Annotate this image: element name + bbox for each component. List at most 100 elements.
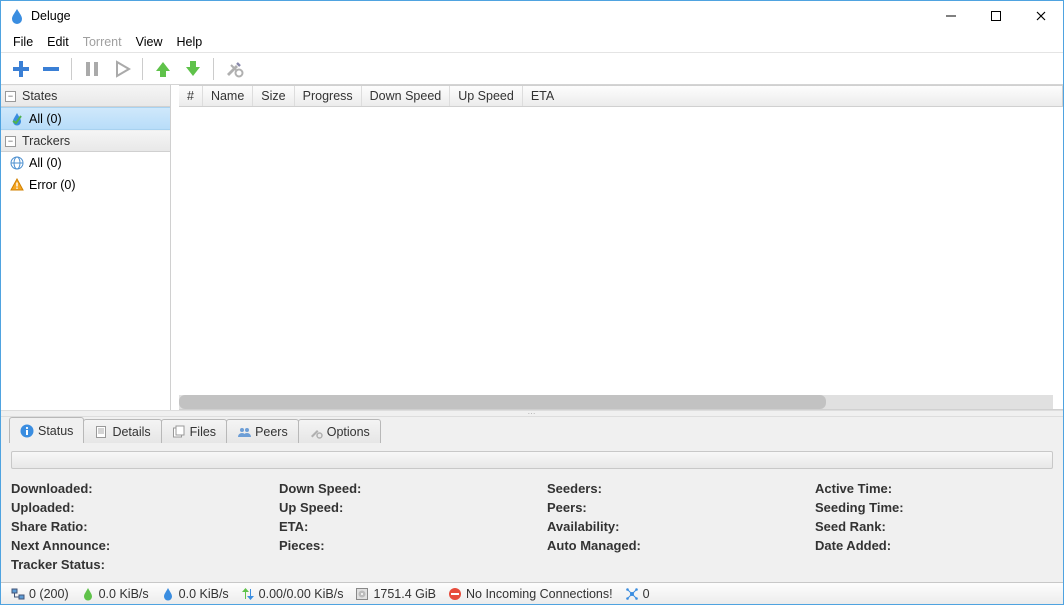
col-name[interactable]: Name bbox=[203, 86, 253, 106]
preferences-button[interactable] bbox=[220, 56, 248, 82]
tab-peers[interactable]: Peers bbox=[226, 419, 299, 443]
label-tracker-status: Tracker Status: bbox=[11, 557, 249, 572]
sidebar-item-trackers-error[interactable]: Error (0) bbox=[1, 174, 170, 196]
pause-button[interactable] bbox=[78, 56, 106, 82]
label-auto-managed: Auto Managed: bbox=[547, 538, 785, 553]
maximize-button[interactable] bbox=[973, 1, 1018, 31]
network-icon bbox=[11, 587, 25, 601]
main-pane: # Name Size Progress Down Speed Up Speed… bbox=[171, 85, 1063, 410]
sb-down-rate[interactable]: 0.0 KiB/s bbox=[77, 587, 153, 601]
toolbar bbox=[1, 53, 1063, 85]
traffic-icon bbox=[241, 587, 255, 601]
sidebar-item-label: All (0) bbox=[29, 156, 62, 170]
label-availability: Availability: bbox=[547, 519, 785, 534]
sidebar: − States All (0) − Trackers All (0) Erro… bbox=[1, 85, 171, 410]
sb-up-rate[interactable]: 0.0 KiB/s bbox=[157, 587, 233, 601]
col-up-speed[interactable]: Up Speed bbox=[450, 86, 523, 106]
files-icon bbox=[172, 425, 186, 439]
menu-help[interactable]: Help bbox=[170, 33, 208, 51]
label-down-speed: Down Speed: bbox=[279, 481, 517, 496]
sidebar-item-label: Error (0) bbox=[29, 178, 76, 192]
tools-icon bbox=[309, 425, 323, 439]
torrent-list[interactable] bbox=[179, 107, 1063, 410]
label-downloaded: Downloaded: bbox=[11, 481, 249, 496]
toolbar-separator bbox=[213, 58, 214, 80]
sidebar-item-trackers-all[interactable]: All (0) bbox=[1, 152, 170, 174]
menubar: File Edit Torrent View Help bbox=[1, 31, 1063, 53]
app-icon bbox=[9, 8, 25, 24]
window-controls bbox=[928, 1, 1063, 31]
tab-label: Peers bbox=[255, 425, 288, 439]
label-up-speed: Up Speed: bbox=[279, 500, 517, 515]
pane-splitter[interactable]: ⋯ bbox=[1, 410, 1063, 417]
sb-dht[interactable]: 0 bbox=[621, 587, 654, 601]
label-seeding-time: Seeding Time: bbox=[815, 500, 1053, 515]
globe-icon bbox=[9, 155, 25, 171]
sidebar-header-label: Trackers bbox=[22, 134, 70, 148]
sb-connections[interactable]: 0 (200) bbox=[7, 587, 73, 601]
collapse-icon[interactable]: − bbox=[5, 91, 16, 102]
add-torrent-button[interactable] bbox=[7, 56, 35, 82]
label-uploaded: Uploaded: bbox=[11, 500, 249, 515]
download-icon bbox=[81, 587, 95, 601]
remove-torrent-button[interactable] bbox=[37, 56, 65, 82]
horizontal-scrollbar[interactable] bbox=[179, 395, 1053, 409]
close-button[interactable] bbox=[1018, 1, 1063, 31]
upload-icon bbox=[161, 587, 175, 601]
minimize-button[interactable] bbox=[928, 1, 973, 31]
tab-details[interactable]: Details bbox=[83, 419, 161, 443]
label-seed-rank: Seed Rank: bbox=[815, 519, 1053, 534]
menu-edit[interactable]: Edit bbox=[41, 33, 75, 51]
tab-label: Files bbox=[190, 425, 216, 439]
disk-icon bbox=[355, 587, 369, 601]
detail-tabs: Status Details Files Peers Options bbox=[1, 417, 1063, 443]
queue-down-button[interactable] bbox=[179, 56, 207, 82]
tab-files[interactable]: Files bbox=[161, 419, 227, 443]
sidebar-header-label: States bbox=[22, 89, 57, 103]
details-pane: Status Details Files Peers Options Downl… bbox=[1, 417, 1063, 582]
toolbar-separator bbox=[142, 58, 143, 80]
peers-icon bbox=[237, 425, 251, 439]
sidebar-header-trackers[interactable]: − Trackers bbox=[1, 130, 170, 152]
collapse-icon[interactable]: − bbox=[5, 136, 16, 147]
tab-status[interactable]: Status bbox=[9, 417, 84, 443]
menu-file[interactable]: File bbox=[7, 33, 39, 51]
sb-warning[interactable]: No Incoming Connections! bbox=[444, 587, 617, 601]
sidebar-item-label: All (0) bbox=[29, 112, 62, 126]
queue-up-button[interactable] bbox=[149, 56, 177, 82]
tab-options[interactable]: Options bbox=[298, 419, 381, 443]
statusbar: 0 (200) 0.0 KiB/s 0.0 KiB/s 0.00/0.00 Ki… bbox=[1, 582, 1063, 604]
no-entry-icon bbox=[448, 587, 462, 601]
col-progress[interactable]: Progress bbox=[295, 86, 362, 106]
label-next-announce: Next Announce: bbox=[11, 538, 249, 553]
resume-button[interactable] bbox=[108, 56, 136, 82]
menu-view[interactable]: View bbox=[130, 33, 169, 51]
toolbar-separator bbox=[71, 58, 72, 80]
titlebar: Deluge bbox=[1, 1, 1063, 31]
label-eta: ETA: bbox=[279, 519, 517, 534]
col-number[interactable]: # bbox=[179, 86, 203, 106]
warning-icon bbox=[9, 177, 25, 193]
col-eta[interactable]: ETA bbox=[523, 86, 1062, 106]
menu-torrent: Torrent bbox=[77, 33, 128, 51]
tab-label: Status bbox=[38, 424, 73, 438]
tab-label: Options bbox=[327, 425, 370, 439]
app-title: Deluge bbox=[31, 9, 71, 23]
status-panel: Downloaded: Down Speed: Seeders: Active … bbox=[1, 443, 1063, 582]
label-date-added: Date Added: bbox=[815, 538, 1053, 553]
dht-icon bbox=[625, 587, 639, 601]
deluge-icon bbox=[9, 111, 25, 127]
sb-protocol-rate[interactable]: 0.00/0.00 KiB/s bbox=[237, 587, 348, 601]
label-active-time: Active Time: bbox=[815, 481, 1053, 496]
col-down-speed[interactable]: Down Speed bbox=[362, 86, 451, 106]
label-seeders: Seeders: bbox=[547, 481, 785, 496]
column-headers: # Name Size Progress Down Speed Up Speed… bbox=[179, 85, 1063, 107]
sidebar-header-states[interactable]: − States bbox=[1, 85, 170, 107]
info-icon bbox=[20, 424, 34, 438]
col-size[interactable]: Size bbox=[253, 86, 294, 106]
sb-disk[interactable]: 1751.4 GiB bbox=[351, 587, 440, 601]
label-peers: Peers: bbox=[547, 500, 785, 515]
progress-bar bbox=[11, 451, 1053, 469]
sidebar-item-states-all[interactable]: All (0) bbox=[1, 107, 170, 130]
document-icon bbox=[94, 425, 108, 439]
